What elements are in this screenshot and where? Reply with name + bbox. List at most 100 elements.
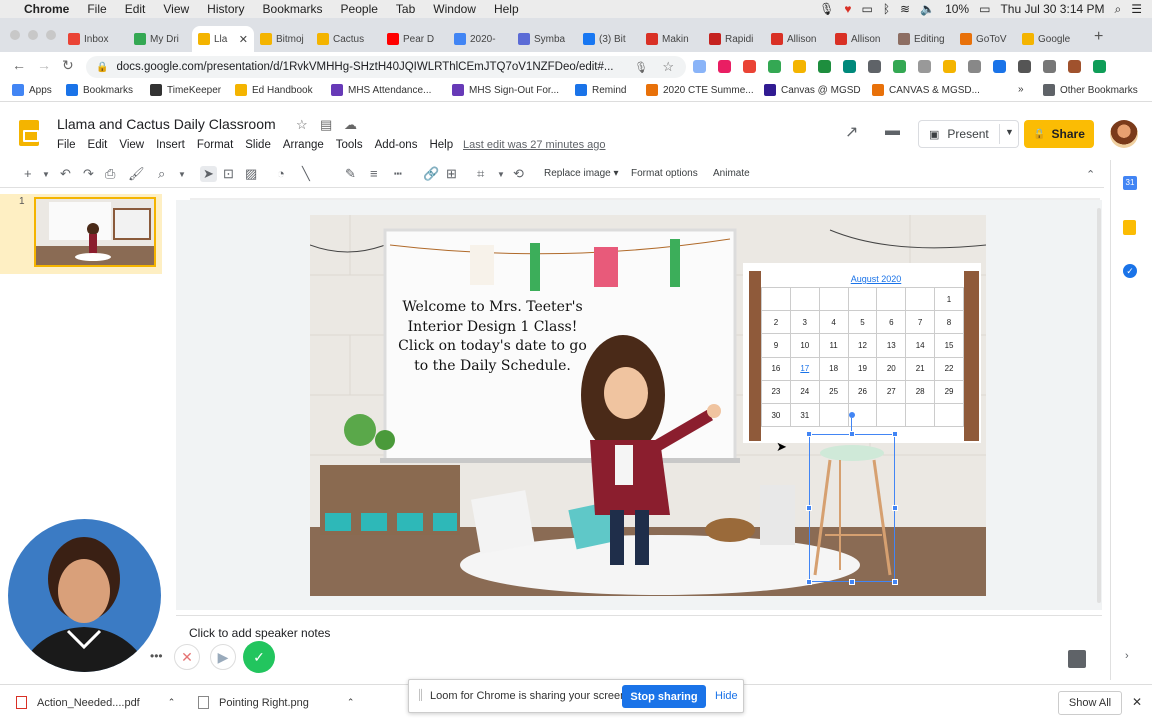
link-icon[interactable]: 🔗 bbox=[423, 166, 439, 182]
browser-tab[interactable]: Rapidi bbox=[703, 26, 765, 52]
explore-icon[interactable] bbox=[1068, 650, 1086, 668]
extension-icon[interactable] bbox=[918, 60, 931, 73]
menu-help[interactable]: Help bbox=[494, 2, 519, 16]
menu-edit[interactable]: Edit bbox=[125, 2, 146, 16]
new-slide-dropdown-icon[interactable]: ▼ bbox=[42, 170, 50, 179]
extension-icon[interactable] bbox=[1018, 60, 1031, 73]
screen-mirror-icon[interactable]: ▭ bbox=[862, 2, 873, 16]
image-icon[interactable]: ▨ bbox=[245, 166, 257, 182]
calendar-addon-icon[interactable]: 31 bbox=[1123, 176, 1137, 190]
browser-tab[interactable]: Cactus bbox=[311, 26, 381, 52]
download-item-pdf[interactable]: Action_Needed....pdf ⌃ bbox=[16, 696, 175, 709]
move-folder-icon[interactable]: ▤ bbox=[320, 117, 332, 133]
back-icon[interactable]: ← bbox=[12, 57, 26, 73]
calendar-day-cell[interactable]: 2 bbox=[761, 310, 791, 335]
browser-tab[interactable]: Editing bbox=[892, 26, 954, 52]
loom-finish-icon[interactable]: ✓ bbox=[243, 641, 275, 673]
speaker-notes[interactable]: Click to add speaker notes bbox=[176, 615, 1102, 685]
selection-resize-handle[interactable] bbox=[849, 579, 855, 585]
share-button[interactable]: 🔒 Share bbox=[1024, 120, 1094, 148]
menu-window[interactable]: Window bbox=[433, 2, 476, 16]
extension-icon[interactable] bbox=[843, 60, 856, 73]
slide-1[interactable]: Welcome to Mrs. Teeter's Interior Design… bbox=[310, 215, 986, 596]
close-tab-icon[interactable]: ✕ bbox=[239, 33, 248, 46]
browser-tab[interactable]: Makin bbox=[640, 26, 703, 52]
cloud-saved-icon[interactable]: ☁ bbox=[344, 117, 357, 133]
calendar-day-cell[interactable]: 30 bbox=[761, 402, 791, 428]
last-edit-link[interactable]: Last edit was 27 minutes ago bbox=[463, 139, 605, 151]
tasks-addon-icon[interactable]: ✓ bbox=[1123, 264, 1137, 278]
calendar-day-cell[interactable]: 22 bbox=[934, 356, 964, 381]
comments-icon[interactable]: ▬ bbox=[885, 122, 900, 139]
speaker-notes-placeholder[interactable]: Click to add speaker notes bbox=[189, 626, 330, 640]
present-dropdown-icon[interactable]: ▼ bbox=[1005, 127, 1014, 137]
docs-menu-slide[interactable]: Slide bbox=[245, 139, 271, 151]
control-center-icon[interactable]: ☰ bbox=[1131, 2, 1142, 16]
browser-tab[interactable]: (3) Bit bbox=[577, 26, 640, 52]
docs-menu-help[interactable]: Help bbox=[429, 139, 453, 151]
new-tab-icon[interactable]: + bbox=[1094, 28, 1103, 46]
calendar-day-cell[interactable]: 24 bbox=[789, 379, 820, 404]
spotlight-search-icon[interactable]: ⌕ bbox=[1115, 2, 1122, 17]
bookmark-item[interactable]: Remind bbox=[575, 84, 626, 96]
selection-resize-handle[interactable] bbox=[806, 431, 812, 437]
extension-icon[interactable] bbox=[693, 60, 706, 73]
download-pdf-caret-icon[interactable]: ⌃ bbox=[168, 697, 176, 708]
calendar-day-cell[interactable]: 17 bbox=[789, 356, 820, 381]
mask-image-icon[interactable]: ▼ bbox=[497, 170, 505, 179]
calendar-day-cell[interactable]: 9 bbox=[761, 333, 791, 358]
bookmark-item[interactable]: 2020 CTE Summe... bbox=[646, 84, 754, 96]
extension-icon[interactable] bbox=[868, 60, 881, 73]
extension-icon[interactable] bbox=[893, 60, 906, 73]
calendar-day-cell[interactable]: 13 bbox=[876, 333, 907, 358]
menu-tab[interactable]: Tab bbox=[396, 2, 415, 16]
docs-menu-file[interactable]: File bbox=[57, 139, 76, 151]
calendar-day-cell[interactable]: 19 bbox=[847, 356, 878, 381]
bookmark-star-icon[interactable]: ☆ bbox=[662, 59, 674, 75]
url-text[interactable]: docs.google.com/presentation/d/1RvkVMHHg… bbox=[116, 61, 613, 73]
zoom-icon[interactable]: ⌕ bbox=[158, 166, 165, 182]
extension-icon[interactable] bbox=[1043, 60, 1056, 73]
browser-tab[interactable]: My Dri bbox=[128, 26, 192, 52]
extension-icon[interactable] bbox=[968, 60, 981, 73]
reload-icon[interactable]: ↻ bbox=[62, 57, 74, 74]
menu-file[interactable]: File bbox=[87, 2, 106, 16]
bookmark-item[interactable]: Ed Handbook bbox=[235, 84, 313, 96]
calendar-day-cell[interactable]: 21 bbox=[905, 356, 936, 381]
calendar-day-cell[interactable]: 6 bbox=[876, 310, 907, 335]
docs-menu-arrange[interactable]: Arrange bbox=[283, 139, 324, 151]
selection-resize-handle[interactable] bbox=[892, 505, 898, 511]
image-selection-box[interactable] bbox=[809, 434, 895, 582]
more-bookmarks-icon[interactable]: » bbox=[1018, 84, 1024, 95]
stop-sharing-button[interactable]: Stop sharing bbox=[622, 685, 706, 708]
extension-icon[interactable] bbox=[993, 60, 1006, 73]
extension-icon[interactable] bbox=[943, 60, 956, 73]
docs-menu-tools[interactable]: Tools bbox=[336, 139, 363, 151]
heart-icon[interactable]: ♥ bbox=[844, 2, 851, 16]
calendar-day-cell[interactable]: 7 bbox=[905, 310, 936, 335]
battery-icon[interactable]: ▭ bbox=[979, 2, 990, 16]
loom-more-icon[interactable]: ••• bbox=[150, 649, 163, 663]
extension-icon[interactable] bbox=[793, 60, 806, 73]
crop-icon[interactable]: ⌗ bbox=[477, 166, 484, 182]
browser-tab[interactable]: Google bbox=[1016, 26, 1078, 52]
animate-button[interactable]: Animate bbox=[713, 168, 750, 179]
calendar-day-cell[interactable]: 10 bbox=[789, 333, 820, 358]
calendar-day-cell[interactable]: 23 bbox=[761, 379, 791, 404]
browser-tab[interactable]: Symba bbox=[512, 26, 577, 52]
text-box-icon[interactable]: ⊡ bbox=[223, 166, 234, 182]
selection-resize-handle[interactable] bbox=[806, 579, 812, 585]
clock[interactable]: Thu Jul 30 3:14 PM bbox=[1000, 2, 1104, 16]
calendar-day-cell[interactable]: 12 bbox=[847, 333, 878, 358]
calendar-day-cell[interactable]: 18 bbox=[818, 356, 849, 381]
browser-tab[interactable]: Inbox bbox=[62, 26, 128, 52]
bookmark-item[interactable]: MHS Attendance... bbox=[331, 84, 431, 96]
close-window-button[interactable] bbox=[10, 30, 20, 40]
selection-resize-handle[interactable] bbox=[892, 431, 898, 437]
browser-tab[interactable]: GoToV bbox=[954, 26, 1016, 52]
docs-menu-view[interactable]: View bbox=[119, 139, 144, 151]
menu-people[interactable]: People bbox=[341, 2, 378, 16]
star-icon[interactable]: ☆ bbox=[296, 117, 308, 133]
download-png-caret-icon[interactable]: ⌃ bbox=[347, 697, 355, 708]
calendar-day-cell[interactable]: 5 bbox=[847, 310, 878, 335]
